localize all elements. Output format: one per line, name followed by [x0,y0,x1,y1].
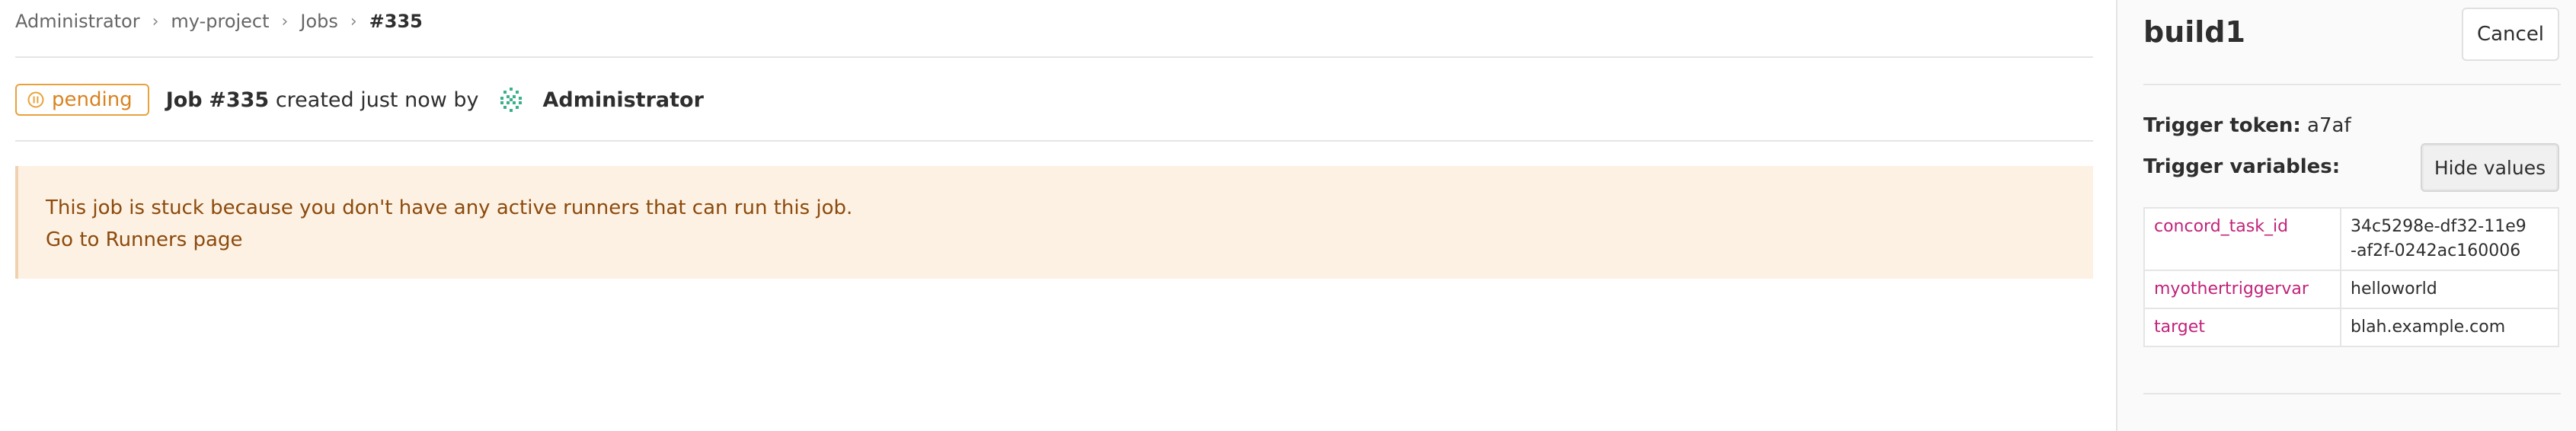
trigger-variables-label: Trigger variables: [2143,155,2341,178]
job-id: #335 [209,88,270,112]
variable-key: concord_task_id [2143,207,2341,271]
table-row: concord_task_id 34c5298e-df32-11e9-af2f-… [2143,207,2559,271]
variable-key: myothertriggervar [2143,270,2341,309]
breadcrumb-item-project[interactable]: my-project [171,11,269,32]
runners-page-link[interactable]: Go to Runners page [46,224,2093,256]
variable-value: helloworld [2340,270,2559,309]
trigger-variables-table: concord_task_id 34c5298e-df32-11e9-af2f-… [2143,207,2559,347]
stuck-job-alert: This job is stuck because you don't have… [15,166,2093,279]
job-header: pending Job #335 created just now by Adm… [15,82,704,117]
breadcrumb: Administrator › my-project › Jobs › #335 [15,9,423,34]
status-badge[interactable]: pending [15,84,149,116]
variable-value: blah.example.com [2340,308,2559,347]
pause-circle-icon [27,91,44,108]
job-title: Job #335 created just now by [166,88,479,112]
job-header-divider [15,140,2093,142]
job-title-prefix: Job [165,88,203,112]
job-sidebar: build1 Cancel Trigger token: a7af Trigge… [2116,0,2576,431]
table-row: target blah.example.com [2143,308,2559,347]
avatar[interactable] [496,85,526,115]
table-row: myothertriggervar helloworld [2143,270,2559,309]
variable-value: 34c5298e-df32-11e9-af2f-0242ac160006 [2340,207,2559,271]
job-page: Administrator › my-project › Jobs › #335… [0,0,2576,431]
breadcrumb-item-current[interactable]: #335 [369,11,423,32]
chevron-right-icon: › [350,11,357,31]
breadcrumb-item-jobs[interactable]: Jobs [300,11,338,32]
trigger-token-value: a7af [2307,114,2351,137]
alert-message: This job is stuck because you don't have… [46,196,853,219]
job-created-text: created just now by [275,88,479,112]
hide-values-button[interactable]: Hide values [2421,143,2559,192]
author-link[interactable]: Administrator [543,88,704,112]
cancel-button[interactable]: Cancel [2462,8,2559,61]
sidebar-divider [2143,84,2561,85]
build-name: build1 [2143,15,2245,49]
variable-key: target [2143,308,2341,347]
status-label: pending [52,88,133,111]
breadcrumb-item-administrator[interactable]: Administrator [15,11,140,32]
header-divider [15,56,2093,58]
chevron-right-icon: › [152,11,159,31]
trigger-token-label: Trigger token: [2143,114,2301,137]
main-content: Administrator › my-project › Jobs › #335… [15,0,2093,431]
trigger-token: Trigger token: a7af [2143,114,2351,137]
sidebar-divider [2143,393,2561,394]
chevron-right-icon: › [281,11,289,31]
